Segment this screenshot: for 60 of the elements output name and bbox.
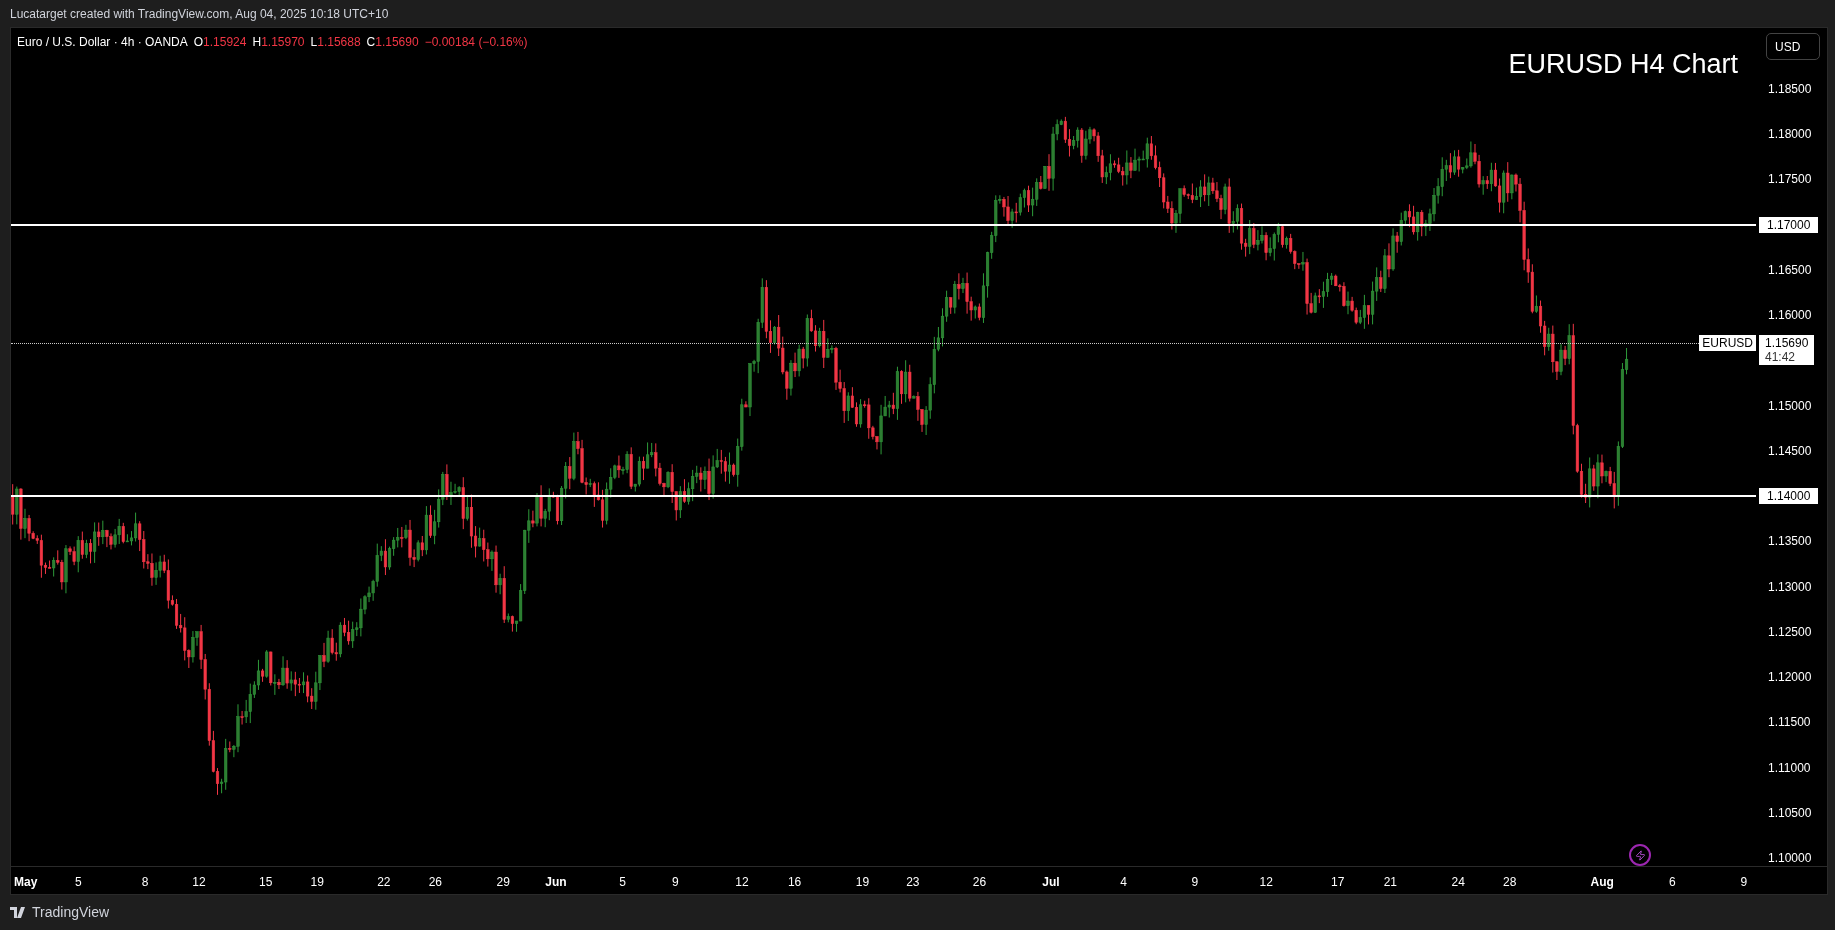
- ohlc-value: C1.15690: [366, 34, 419, 51]
- last-price-text: 1.15690: [1765, 336, 1809, 351]
- price-level-label: 1.14000: [1759, 488, 1819, 505]
- time-tick: 19: [855, 874, 870, 891]
- time-tick: 24: [1451, 874, 1465, 891]
- time-tick: 12: [735, 874, 749, 891]
- price-tick: 1.10000: [1768, 850, 1812, 866]
- time-tick: 9: [1191, 874, 1199, 891]
- time-tick: 23: [906, 874, 920, 891]
- price-tick: 1.11000: [1768, 759, 1811, 776]
- price-tick: 1.10500: [1768, 804, 1812, 821]
- price-tick: 1.11500: [1768, 714, 1811, 731]
- currency-button[interactable]: USD: [1766, 33, 1820, 60]
- time-tick: 12: [1259, 874, 1273, 891]
- price-tick: 1.16000: [1768, 307, 1812, 324]
- change-text: −0.00184 (−0.16%): [424, 34, 528, 51]
- time-tick: 19: [310, 874, 324, 891]
- time-tick: 21: [1383, 874, 1397, 891]
- time-tick: 4: [1120, 874, 1127, 891]
- time-tick: Jul: [1042, 874, 1060, 891]
- time-tick: 17: [1330, 874, 1345, 891]
- price-tick: 1.12500: [1768, 623, 1812, 640]
- time-tick: 29: [496, 874, 510, 891]
- time-tick: 12: [192, 874, 206, 891]
- price-tick: 1.13500: [1768, 533, 1812, 550]
- time-tick: 5: [619, 874, 626, 891]
- price-tick: 1.18500: [1768, 81, 1812, 97]
- time-tick: 22: [377, 874, 391, 891]
- lightning-icon: [1629, 844, 1651, 866]
- time-tick: 26: [972, 874, 987, 891]
- price-tick: 1.13000: [1768, 578, 1812, 595]
- time-tick: May: [14, 874, 38, 891]
- time-tick: 6: [1669, 874, 1676, 891]
- price-tick: 1.15000: [1768, 397, 1812, 414]
- ohlc-value: L1.15688: [310, 34, 361, 51]
- price-level-label: 1.17000: [1759, 216, 1819, 233]
- tradingview-logo-icon: [10, 907, 28, 918]
- price-tick: 1.12000: [1768, 669, 1812, 686]
- time-tick: 9: [1740, 874, 1748, 891]
- countdown-text: 41:42: [1765, 350, 1797, 365]
- time-tick: 26: [428, 874, 442, 891]
- price-tick: 1.17500: [1768, 171, 1812, 188]
- symbol-label: EURUSD: [1699, 335, 1756, 352]
- brand-text: TradingView: [32, 903, 110, 922]
- symbol-text: Euro / U.S. Dollar · 4h · OANDA: [17, 34, 188, 51]
- time-tick: 16: [787, 874, 802, 891]
- time-tick: 15: [259, 874, 273, 891]
- price-tick: 1.14500: [1768, 442, 1812, 459]
- time-tick: 8: [141, 874, 149, 891]
- time-tick: Aug: [1590, 874, 1614, 891]
- chart-title: EURUSD H4 Chart: [1508, 48, 1738, 81]
- price-tick: 1.18000: [1768, 126, 1812, 143]
- ohlc-value: O1.15924: [193, 34, 247, 51]
- ohlc-value: H1.15970: [252, 34, 305, 51]
- price-tick: 1.16500: [1768, 261, 1812, 278]
- time-tick: 5: [75, 874, 82, 891]
- attribution-text: Lucatarget created with TradingView.com, Aug 04, 2025 10:18 UTC+10: [10, 5, 389, 23]
- time-tick: 28: [1503, 874, 1517, 891]
- time-tick: 9: [671, 874, 679, 891]
- time-tick: Jun: [545, 874, 567, 891]
